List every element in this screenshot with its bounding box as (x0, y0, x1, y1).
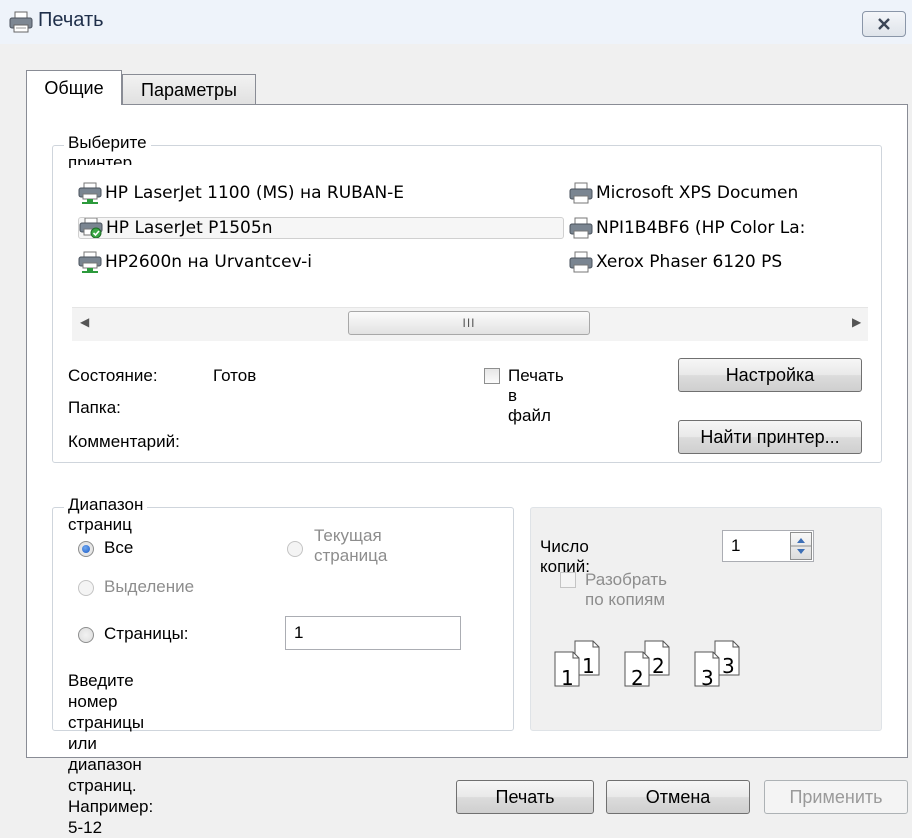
printer-item[interactable]: HP LaserJet 1100 (MS) на RUBAN-E (78, 182, 548, 204)
radio-current-page-label: Текущая страница (314, 526, 387, 566)
setup-button[interactable]: Настройка (678, 358, 862, 392)
default-printer-icon (79, 218, 103, 238)
window-title: Печать (38, 9, 104, 31)
scrollbar-thumb[interactable]: III (348, 311, 590, 335)
pages-input[interactable]: 1 (285, 616, 461, 650)
find-printer-button[interactable]: Найти принтер... (678, 420, 862, 454)
print-button[interactable]: Печать (456, 780, 594, 814)
printer-name: NPI1B4BF6 (HP Color La: (596, 218, 806, 238)
close-icon (878, 18, 890, 30)
copies-label: Число копий: (540, 537, 591, 576)
folder-label: Папка: (68, 398, 121, 417)
printer-item[interactable]: HP2600n на Urvantcev-i (78, 251, 548, 273)
collate-page-number: 2 (631, 666, 644, 690)
current-page-line1: Текущая (314, 526, 382, 545)
collate-page-number: 3 (722, 654, 735, 678)
printer-icon (569, 217, 593, 239)
collate-page-number: 1 (561, 666, 574, 690)
printer-name: HP2600n на Urvantcev-i (105, 252, 313, 272)
radio-pages-label: Страницы: (104, 624, 189, 643)
scroll-left-icon[interactable]: ◀ (80, 315, 89, 329)
radio-selection[interactable] (78, 580, 94, 596)
network-printer-icon (78, 251, 102, 273)
scroll-right-icon[interactable]: ▶ (852, 315, 861, 329)
radio-current-page[interactable] (287, 541, 303, 557)
printer-name: Microsoft XPS Documen (596, 183, 799, 203)
page-range-hint: Введите номер страницы или диапазон стра… (68, 670, 153, 838)
radio-all[interactable] (78, 541, 94, 557)
current-page-line2: страница (314, 546, 388, 565)
radio-pages[interactable] (78, 627, 94, 643)
radio-all-label: Все (104, 538, 134, 557)
close-button[interactable] (862, 11, 906, 37)
printer-name: Xerox Phaser 6120 PS (596, 252, 783, 272)
collate-checkbox[interactable] (560, 572, 576, 588)
collate-page-number: 3 (701, 666, 714, 690)
printer-item[interactable]: NPI1B4BF6 (HP Color La: (569, 217, 868, 239)
tab-general[interactable]: Общие (26, 70, 122, 105)
page-range-legend: Диапазон страниц (64, 495, 148, 535)
printer-item-selected[interactable]: HP LaserJet P1505n (78, 217, 564, 239)
network-printer-icon (78, 182, 102, 204)
print-to-file-checkbox[interactable] (484, 368, 500, 384)
collate-page-number: 2 (652, 654, 665, 678)
status-label: Состояние: (68, 366, 158, 385)
title-bar (0, 0, 912, 44)
status-value: Готов (213, 366, 257, 385)
tab-parameters[interactable]: Параметры (122, 74, 256, 105)
stepper-arrows-icon (791, 538, 811, 554)
printer-item[interactable]: Microsoft XPS Documen (569, 182, 868, 204)
hint-line1: Введите номер страницы или диапазон (68, 671, 145, 774)
printer-icon (8, 10, 34, 34)
cancel-button[interactable]: Отмена (606, 780, 750, 814)
printer-icon (569, 182, 593, 204)
scroll-grip-icon: III (462, 316, 476, 330)
printer-item[interactable]: Xerox Phaser 6120 PS (569, 251, 868, 273)
hint-line2: страниц. Например: 5-12 (68, 776, 154, 837)
printer-name: HP LaserJet 1100 (MS) на RUBAN-E (105, 183, 405, 203)
apply-button[interactable]: Применить (764, 780, 908, 814)
printer-icon (569, 251, 593, 273)
collate-label: Разобрать по копиям (585, 570, 668, 609)
print-to-file-label: Печать в файл (508, 366, 564, 425)
comment-label: Комментарий: (68, 432, 180, 451)
printer-name: HP LaserJet P1505n (106, 218, 273, 238)
radio-selection-label: Выделение (104, 577, 195, 596)
copies-value: 1 (731, 536, 741, 555)
collate-illustration: 1 1 2 2 3 3 (552, 638, 762, 696)
copies-stepper[interactable] (790, 532, 812, 560)
collate-page-number: 1 (582, 654, 595, 678)
